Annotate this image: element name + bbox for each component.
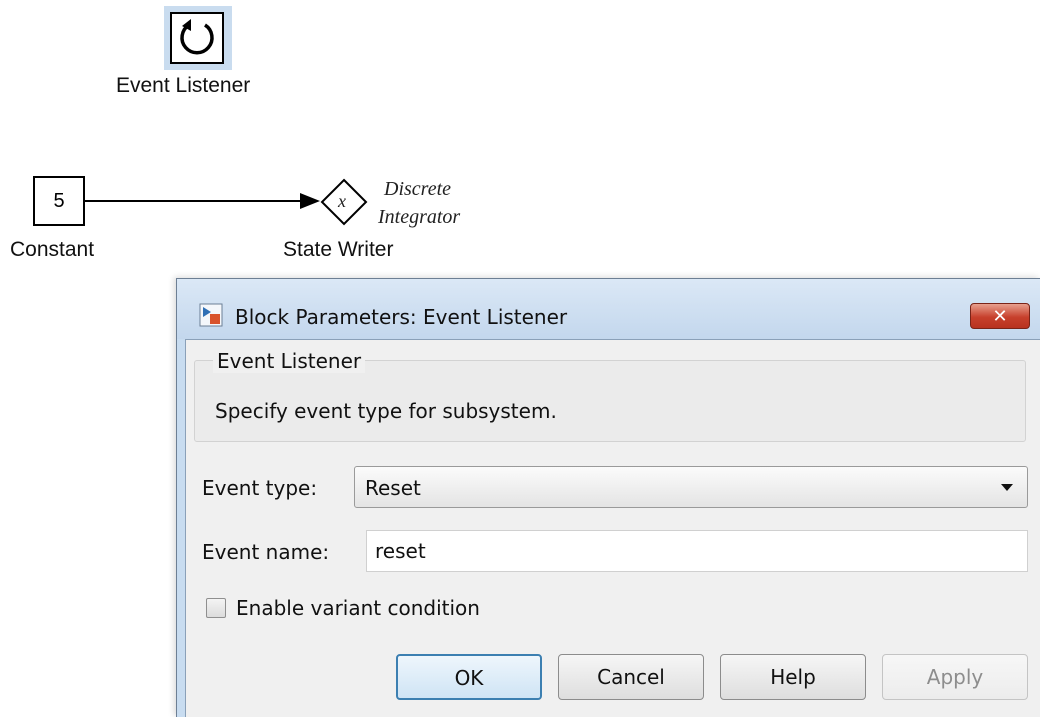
state-writer-symbol: x: [338, 191, 346, 211]
ok-button[interactable]: OK: [396, 654, 542, 700]
event-name-label: Event name:: [202, 540, 330, 564]
event-type-select[interactable]: Reset: [354, 466, 1028, 508]
group-legend: Event Listener: [213, 349, 366, 373]
event-listener-block-body: [170, 12, 224, 64]
state-writer-target-line2: Integrator: [378, 206, 461, 228]
dialog-title: Block Parameters: Event Listener: [235, 305, 568, 329]
description-group: Event Listener Specify event type for su…: [194, 349, 1026, 442]
state-writer-target-line1: Discrete: [384, 178, 452, 200]
event-type-value: Reset: [365, 476, 421, 500]
enable-variant-label[interactable]: Enable variant condition: [236, 596, 480, 620]
simulink-block-icon: [199, 303, 223, 327]
event-name-value: reset: [375, 539, 426, 563]
block-parameters-dialog: Block Parameters: Event Listener ✕ Event…: [176, 278, 1040, 717]
dialog-content: Event Listener Specify event type for su…: [185, 339, 1040, 717]
close-button[interactable]: ✕: [970, 303, 1030, 329]
event-name-input[interactable]: reset: [366, 530, 1028, 572]
dialog-title-bar[interactable]: Block Parameters: Event Listener ✕: [177, 279, 1040, 339]
cancel-button[interactable]: Cancel: [558, 654, 704, 700]
event-listener-label: Event Listener: [116, 74, 251, 97]
constant-value: 5: [53, 189, 65, 212]
group-description: Specify event type for subsystem.: [215, 399, 557, 423]
event-type-label: Event type:: [202, 476, 318, 500]
state-writer-label: State Writer: [283, 238, 394, 261]
reset-loop-icon: [180, 19, 214, 55]
event-listener-block[interactable]: [164, 6, 232, 70]
apply-button[interactable]: Apply: [882, 654, 1028, 700]
constant-label: Constant: [10, 238, 95, 261]
chevron-down-icon: [1001, 484, 1013, 491]
close-icon: ✕: [992, 305, 1008, 327]
help-button[interactable]: Help: [720, 654, 866, 700]
enable-variant-checkbox[interactable]: [206, 598, 226, 618]
signal-line[interactable]: [85, 200, 305, 202]
arrowhead-icon: [300, 193, 320, 209]
constant-block[interactable]: 5: [33, 176, 85, 226]
